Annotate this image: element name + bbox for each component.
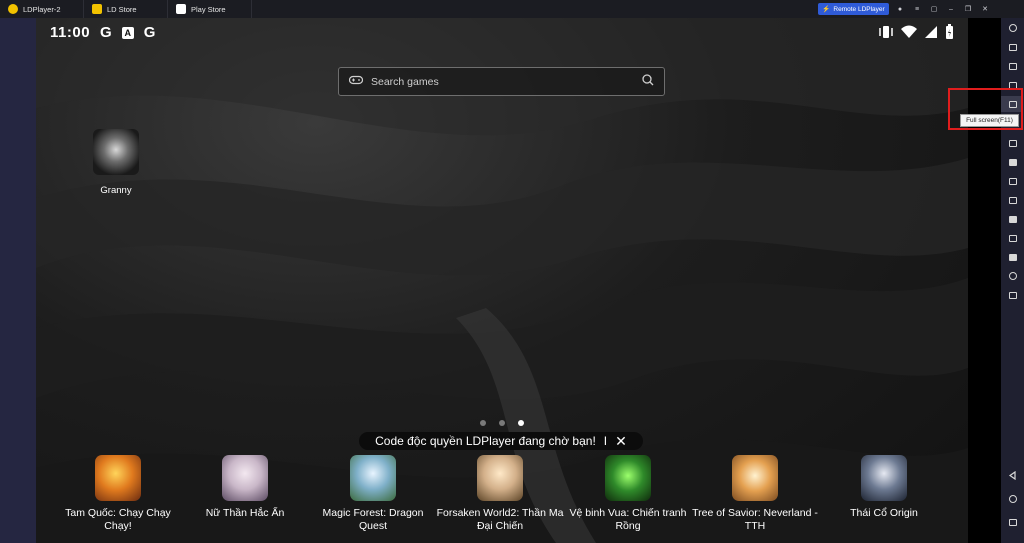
sync-icon[interactable] [1007, 214, 1018, 224]
location-icon[interactable] [1007, 271, 1018, 281]
more-icon[interactable] [1007, 290, 1018, 300]
app-label: Tree of Savior: Neverland -TTH [692, 507, 818, 532]
search-games-bar[interactable]: Search games [338, 67, 665, 96]
lightning-icon: ⚡ [822, 6, 831, 13]
tab-label: Play Store [191, 4, 226, 14]
minimize-icon[interactable]: – [947, 6, 955, 13]
promo-banner[interactable]: Code độc quyền LDPlayer đang chờ bạn! I … [359, 432, 643, 450]
game-app-icon[interactable] [350, 455, 396, 501]
dock-app[interactable]: Vệ binh Vua: Chiến tranh Rồng [564, 455, 692, 533]
page-dot-active[interactable] [518, 420, 524, 426]
game-app-icon[interactable] [732, 455, 778, 501]
tab-ldplayer[interactable]: LDPlayer-2 [0, 0, 84, 18]
ld-store-icon [92, 4, 102, 14]
promo-text: Code độc quyền LDPlayer đang chờ bạn! [375, 434, 596, 448]
home-icon[interactable] [1007, 494, 1018, 504]
game-app-icon[interactable] [222, 455, 268, 501]
page-dot[interactable] [499, 420, 505, 426]
game-app-icon[interactable] [605, 455, 651, 501]
game-app-icon[interactable] [95, 455, 141, 501]
app-notification-icon: A [121, 26, 134, 39]
signal-icon [925, 26, 937, 38]
promo-separator: I [603, 434, 608, 448]
game-app-icon[interactable] [861, 455, 907, 501]
granny-app-icon[interactable] [93, 129, 139, 175]
dock-app[interactable]: Tree of Savior: Neverland -TTH [691, 455, 819, 533]
search-placeholder: Search games [371, 75, 439, 88]
vibrate-icon [879, 26, 893, 38]
menu-icon[interactable]: ≡ [913, 6, 921, 13]
app-granny[interactable]: Granny [88, 129, 144, 196]
clock: 11:00 [50, 24, 91, 41]
keyboard-mapping-icon[interactable] [1007, 23, 1018, 33]
game-app-icon[interactable] [477, 455, 523, 501]
app-label: Tam Quốc: Chạy Chạy Chạy! [65, 507, 171, 532]
status-bar-left: 11:00 G A G [50, 24, 155, 41]
battery-icon [946, 24, 953, 39]
window-controls: ● ≡ ▢ – ❐ ✕ [896, 0, 989, 18]
app-label: Magic Forest: Dragon Quest [322, 507, 424, 532]
dock-app[interactable]: Thái Cổ Origin [820, 455, 948, 520]
user-icon[interactable]: ● [896, 6, 904, 13]
tab-play-store[interactable]: Play Store [168, 0, 252, 18]
tab-label: LD Store [107, 4, 137, 14]
tab-ld-store[interactable]: LD Store [84, 0, 168, 18]
dock-apps: Tam Quốc: Chạy Chạy Chạy! Nữ Thần Hắc Ẩn… [36, 455, 968, 543]
record-icon[interactable] [1007, 195, 1018, 205]
highlight-box [948, 88, 1023, 130]
play-store-icon [176, 4, 186, 14]
restore-icon[interactable]: ❐ [964, 5, 972, 13]
dock-app[interactable]: Forsaken World2: Thần Ma Đại Chiến [436, 455, 564, 533]
app-label: Nữ Thần Hắc Ẩn [205, 507, 285, 519]
remote-ldplayer-button[interactable]: ⚡ Remote LDPlayer [818, 3, 889, 15]
app-label: Forsaken World2: Thần Ma Đại Chiến [436, 507, 564, 532]
google-icon: G [143, 24, 156, 41]
dock-app[interactable]: Magic Forest: Dragon Quest [309, 455, 437, 533]
status-bar-right [878, 24, 954, 40]
google-icon: G [100, 24, 112, 41]
app-label: Thái Cổ Origin [850, 507, 918, 519]
robot-icon[interactable] [1007, 157, 1018, 167]
settings-icon[interactable]: ▢ [930, 5, 938, 13]
keyboard-icon[interactable] [1007, 42, 1018, 52]
shake-icon[interactable] [1007, 233, 1018, 243]
dock-app[interactable]: Nữ Thần Hắc Ẩn [181, 455, 309, 520]
app-label: Granny [100, 185, 132, 196]
dock-app[interactable]: Tam Quốc: Chạy Chạy Chạy! [54, 455, 182, 533]
volume-up-icon[interactable] [1007, 61, 1018, 71]
ldplayer-icon [8, 4, 18, 14]
scissors-icon[interactable] [1007, 176, 1018, 186]
folder-icon[interactable] [1007, 252, 1018, 262]
promo-close-icon[interactable]: ✕ [615, 433, 627, 450]
tab-label: LDPlayer-2 [23, 4, 61, 14]
page-dot[interactable] [480, 420, 486, 426]
recents-icon[interactable] [1007, 517, 1018, 527]
screenshot-icon[interactable] [1007, 138, 1018, 148]
search-icon[interactable] [642, 74, 654, 89]
remote-label: Remote LDPlayer [833, 5, 885, 13]
close-icon[interactable]: ✕ [981, 5, 989, 13]
android-screen: 11:00 G A G Search games Granny Code độc… [36, 18, 968, 543]
app-label: Vệ binh Vua: Chiến tranh Rồng [569, 507, 687, 532]
left-frame [0, 18, 36, 543]
wifi-icon [901, 25, 917, 38]
page-indicator [480, 420, 524, 426]
gamepad-icon [348, 75, 364, 88]
back-icon[interactable] [1007, 470, 1018, 480]
